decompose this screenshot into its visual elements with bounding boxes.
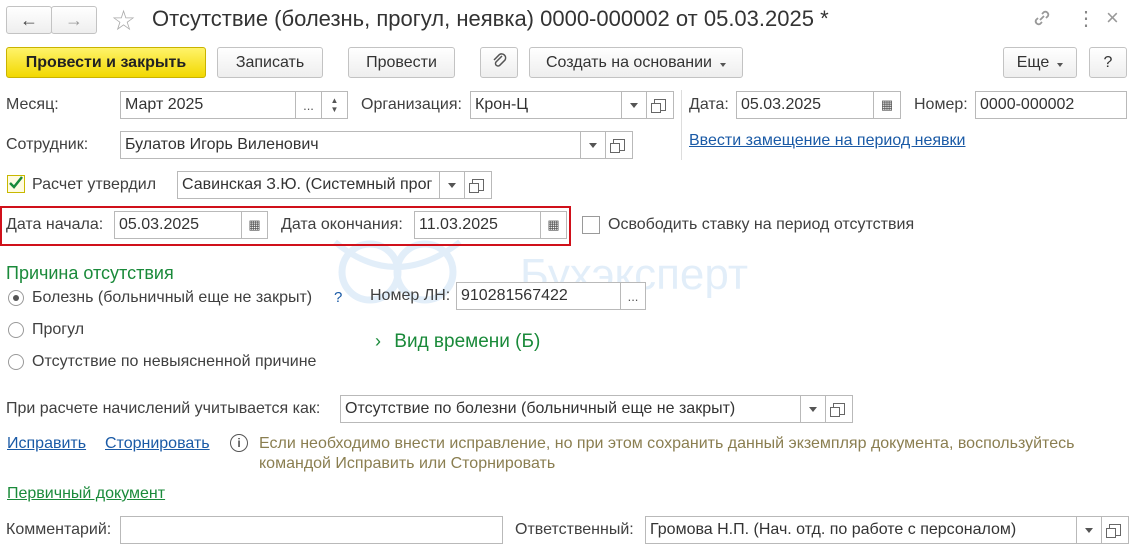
calendar-icon: ▦ bbox=[248, 217, 261, 232]
post-button[interactable]: Провести bbox=[348, 47, 455, 78]
date-field[interactable]: 05.03.2025 bbox=[736, 91, 874, 119]
reason-radio-unknown[interactable] bbox=[8, 354, 24, 370]
start-date-label: Дата начала: bbox=[6, 216, 104, 233]
responsible-dropdown[interactable] bbox=[1076, 516, 1102, 544]
responsible-label: Ответственный: bbox=[515, 521, 634, 538]
reason-radio-illness[interactable] bbox=[8, 290, 24, 306]
organization-field[interactable]: Крон-Ц bbox=[470, 91, 622, 119]
comment-field[interactable] bbox=[120, 516, 503, 544]
employee-label: Сотрудник: bbox=[6, 136, 89, 153]
help-question-icon[interactable]: ? bbox=[334, 289, 342, 306]
chevron-down-icon bbox=[1085, 527, 1093, 533]
arrow-left-icon: ← bbox=[20, 9, 38, 30]
open-form-icon bbox=[1106, 524, 1121, 538]
help-button[interactable]: ? bbox=[1089, 47, 1127, 78]
start-date-field[interactable]: 05.03.2025 bbox=[114, 211, 242, 239]
page-title: Отсутствие (болезнь, прогул, неявка) 000… bbox=[152, 6, 829, 31]
open-form-icon bbox=[469, 179, 484, 193]
open-form-icon bbox=[830, 403, 845, 417]
link-icon[interactable] bbox=[1032, 8, 1052, 32]
create-based-button[interactable]: Создать на основании bbox=[529, 47, 743, 78]
close-icon[interactable]: × bbox=[1106, 5, 1119, 31]
month-label: Месяц: bbox=[6, 96, 59, 113]
free-rate-checkbox[interactable] bbox=[582, 216, 600, 234]
time-type-label: Вид времени (Б) bbox=[394, 331, 541, 352]
ln-number-select-button[interactable]: ... bbox=[620, 282, 646, 310]
reason-title: Причина отсутствия bbox=[6, 263, 174, 283]
more-vertical-icon[interactable]: ⋮ bbox=[1076, 6, 1096, 31]
chevron-down-icon bbox=[589, 142, 597, 148]
fix-link[interactable]: Исправить bbox=[7, 435, 86, 453]
calendar-icon: ▦ bbox=[547, 217, 560, 232]
approved-open-button[interactable] bbox=[464, 171, 492, 199]
time-type-group[interactable]: › Вид времени (Б) bbox=[375, 331, 540, 353]
arrow-right-icon: → bbox=[65, 9, 83, 30]
approved-label: Расчет утвердил bbox=[32, 176, 157, 193]
approved-field[interactable]: Савинская З.Ю. (Системный прог bbox=[177, 171, 440, 199]
post-and-close-button[interactable]: Провести и закрыть bbox=[6, 47, 206, 78]
open-form-icon bbox=[610, 139, 625, 153]
reason-option-absenteeism[interactable]: Прогул bbox=[32, 321, 84, 339]
comment-label: Комментарий: bbox=[6, 521, 112, 538]
reason-radio-absenteeism[interactable] bbox=[8, 322, 24, 338]
chevron-right-icon: › bbox=[375, 331, 381, 351]
start-date-calendar-button[interactable]: ▦ bbox=[241, 211, 268, 239]
organization-label: Организация: bbox=[361, 96, 462, 113]
end-date-calendar-button[interactable]: ▦ bbox=[540, 211, 567, 239]
chevron-down-icon bbox=[809, 406, 817, 412]
forward-button[interactable]: → bbox=[51, 6, 97, 34]
paperclip-icon bbox=[491, 51, 507, 74]
open-form-icon bbox=[651, 99, 666, 113]
responsible-field[interactable]: Громова Н.П. (Нач. отд. по работе с перс… bbox=[645, 516, 1077, 544]
free-rate-label: Освободить ставку на период отсутствия bbox=[608, 216, 915, 233]
ln-number-label: Номер ЛН: bbox=[370, 287, 451, 304]
date-calendar-button[interactable]: ▦ bbox=[873, 91, 901, 119]
info-icon: i bbox=[230, 434, 248, 452]
substitution-link[interactable]: Ввести замещение на период неявки bbox=[689, 132, 965, 150]
storno-link[interactable]: Сторнировать bbox=[105, 435, 210, 453]
date-label: Дата: bbox=[689, 96, 729, 113]
spin-up-icon: ▲ bbox=[330, 96, 339, 105]
chevron-down-icon bbox=[720, 54, 726, 72]
responsible-open-button[interactable] bbox=[1101, 516, 1129, 544]
more-button[interactable]: Еще bbox=[1003, 47, 1077, 78]
approved-checkbox[interactable] bbox=[7, 175, 25, 193]
back-button[interactable]: ← bbox=[6, 6, 52, 34]
chevron-down-icon bbox=[630, 102, 638, 108]
accrual-label: При расчете начислений учитывается как: bbox=[6, 400, 321, 417]
reason-option-unknown[interactable]: Отсутствие по невыясненной причине bbox=[32, 353, 316, 371]
accrual-field[interactable]: Отсутствие по болезни (больничный еще не… bbox=[340, 395, 801, 423]
ln-number-field[interactable]: 910281567422 bbox=[456, 282, 621, 310]
employee-dropdown[interactable] bbox=[580, 131, 606, 159]
primary-document-link[interactable]: Первичный документ bbox=[7, 485, 165, 503]
end-date-field[interactable]: 11.03.2025 bbox=[414, 211, 541, 239]
organization-open-button[interactable] bbox=[646, 91, 674, 119]
approved-dropdown[interactable] bbox=[439, 171, 465, 199]
employee-open-button[interactable] bbox=[605, 131, 633, 159]
spin-down-icon: ▼ bbox=[330, 105, 339, 114]
attach-button[interactable] bbox=[480, 47, 518, 78]
favorite-star-icon[interactable]: ☆ bbox=[111, 4, 136, 37]
calendar-icon: ▦ bbox=[880, 97, 894, 112]
accrual-dropdown[interactable] bbox=[800, 395, 826, 423]
save-button[interactable]: Записать bbox=[217, 47, 323, 78]
reason-option-illness[interactable]: Болезнь (больничный еще не закрыт) bbox=[32, 289, 312, 307]
chevron-down-icon bbox=[448, 182, 456, 188]
number-field[interactable]: 0000-000002 bbox=[975, 91, 1127, 119]
organization-dropdown[interactable] bbox=[621, 91, 647, 119]
checkmark-icon bbox=[9, 176, 23, 189]
more-label: Еще bbox=[1016, 53, 1050, 71]
employee-field[interactable]: Булатов Игорь Виленович bbox=[120, 131, 581, 159]
accrual-open-button[interactable] bbox=[825, 395, 853, 423]
month-spinner[interactable]: ▲ ▼ bbox=[321, 91, 348, 119]
chevron-down-icon bbox=[1057, 54, 1064, 72]
month-select-button[interactable]: ... bbox=[295, 91, 322, 119]
end-date-label: Дата окончания: bbox=[281, 216, 403, 233]
create-based-label: Создать на основании bbox=[546, 53, 712, 71]
info-text: Если необходимо внести исправление, но п… bbox=[259, 435, 1075, 472]
number-label: Номер: bbox=[914, 96, 968, 113]
month-field[interactable]: Март 2025 bbox=[120, 91, 296, 119]
vertical-divider bbox=[681, 90, 682, 160]
